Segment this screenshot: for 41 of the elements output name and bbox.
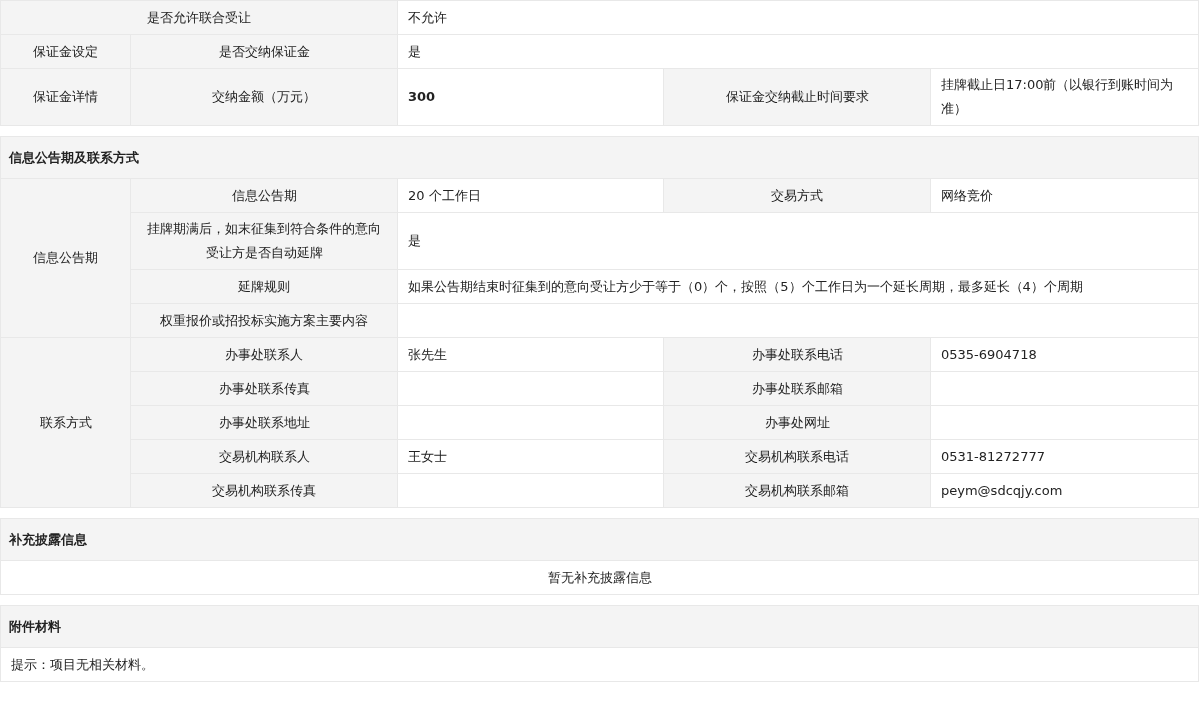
field-value: 提示：项目无相关材料。 xyxy=(0,647,1199,682)
field-label: 保证金设定 xyxy=(0,34,131,69)
field-label: 保证金交纳截止时间要求 xyxy=(663,68,931,126)
field-value: 王女士 xyxy=(397,439,664,474)
field-label: 办事处联系电话 xyxy=(663,337,931,372)
field-value: 300 xyxy=(397,68,664,126)
field-value: 是 xyxy=(397,212,1199,270)
field-label: 挂牌期满后，如末征集到符合条件的意向受让方是否自动延牌 xyxy=(130,212,398,270)
field-label: 延牌规则 xyxy=(130,269,398,304)
field-value: 0531-81272777 xyxy=(930,439,1199,474)
field-label: 交易机构联系电话 xyxy=(663,439,931,474)
field-label: 交易机构联系人 xyxy=(130,439,398,474)
field-label: 交易机构联系传真 xyxy=(130,473,398,508)
field-label: 联系方式 xyxy=(0,337,131,508)
field-value: 网络竞价 xyxy=(930,178,1199,213)
field-value: 是 xyxy=(397,34,1199,69)
field-value: 张先生 xyxy=(397,337,664,372)
section-heading: 附件材料 xyxy=(0,605,1199,648)
section-heading: 信息公告期及联系方式 xyxy=(0,136,1199,179)
field-value: peym@sdcqjy.com xyxy=(930,473,1199,508)
field-value: 20 个工作日 xyxy=(397,178,664,213)
field-value: 挂牌截止日17:00前（以银行到账时间为准） xyxy=(930,68,1199,126)
field-label: 办事处联系人 xyxy=(130,337,398,372)
field-label: 权重报价或招投标实施方案主要内容 xyxy=(130,303,398,338)
field-label: 办事处网址 xyxy=(663,405,931,440)
field-label: 交易方式 xyxy=(663,178,931,213)
section-heading: 补充披露信息 xyxy=(0,518,1199,561)
field-label: 信息公告期 xyxy=(130,178,398,213)
field-label: 信息公告期 xyxy=(0,178,131,338)
field-label: 交易机构联系邮箱 xyxy=(663,473,931,508)
field-label: 保证金详情 xyxy=(0,68,131,126)
field-label: 是否允许联合受让 xyxy=(0,0,398,35)
field-value: 如果公告期结束时征集到的意向受让方少于等于（0）个，按照（5）个工作日为一个延长周期，最多延长（4）个周期 xyxy=(397,269,1199,304)
field-value: 不允许 xyxy=(397,0,1199,35)
field-label: 交纳金额（万元） xyxy=(130,68,398,126)
empty-message: 暂无补充披露信息 xyxy=(0,560,1199,595)
field-value: 0535-6904718 xyxy=(930,337,1199,372)
field-label: 办事处联系邮箱 xyxy=(663,371,931,406)
field-label: 办事处联系传真 xyxy=(130,371,398,406)
field-label: 是否交纳保证金 xyxy=(130,34,398,69)
field-label: 办事处联系地址 xyxy=(130,405,398,440)
